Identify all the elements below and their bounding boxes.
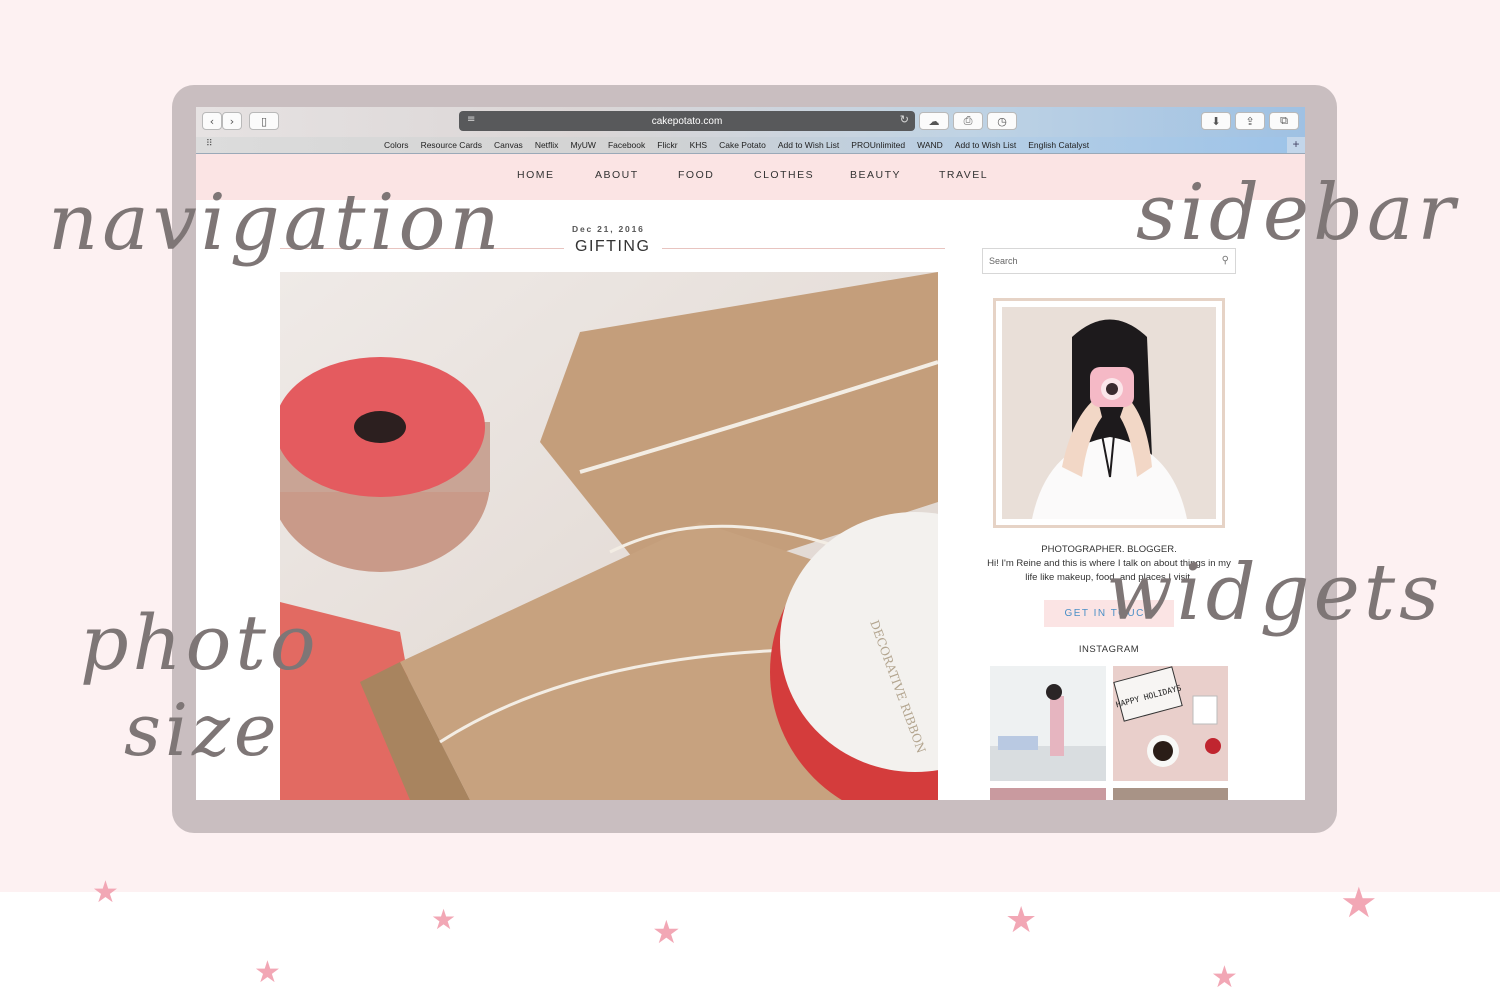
search-placeholder: Search [989,256,1018,266]
printer-icon: ⎙ [963,114,973,127]
bookmark-item[interactable]: Add to Wish List [955,140,1016,150]
bookmark-item[interactable]: PROUnlimited [851,140,905,150]
icloud-button[interactable]: ☁ [919,112,949,130]
bookmark-item[interactable]: Netflix [535,140,559,150]
instagram-thumb[interactable]: HAPPY HOLIDAYS [1113,666,1228,781]
forward-button[interactable]: › [222,112,242,130]
reader-icon[interactable]: ≡ [467,114,475,125]
instagram-thumb[interactable] [990,666,1106,781]
nav-item-clothes[interactable]: CLOTHES [754,169,814,181]
nav-item-travel[interactable]: TRAVEL [939,169,988,181]
tabs-icon: ⧉ [1280,114,1288,127]
share-button[interactable]: ⇪ [1235,112,1265,130]
title-divider-right [662,248,945,249]
bookmark-item[interactable]: Add to Wish List [778,140,839,150]
tabs-button[interactable]: ⧉ [1269,112,1299,130]
clock-icon: ◷ [997,114,1007,128]
reload-icon[interactable]: ↻ [900,113,909,126]
history-button[interactable]: ◷ [987,112,1017,130]
bookmark-item[interactable]: WAND [917,140,943,150]
annotation-widgets: widgets [1106,548,1444,638]
back-button[interactable]: ‹ [202,112,222,130]
star-icon: ★ [431,903,457,936]
star-icon: ★ [652,913,681,951]
post-title[interactable]: GIFTING [575,238,650,256]
instagram-thumb[interactable] [990,788,1106,800]
share-icon: ⇪ [1245,114,1255,128]
star-icon: ★ [1211,960,1238,995]
grid-icon[interactable]: ⠿ [206,139,213,149]
profile-illustration [1002,307,1216,519]
add-bookmark-button[interactable]: + [1287,137,1305,153]
bookmark-item[interactable]: Resource Cards [421,140,482,150]
nav-item-home[interactable]: HOME [517,169,555,181]
address-bar[interactable]: ≡ cakepotato.com ↻ [459,111,915,131]
bottom-band [0,892,1500,1000]
sidebar-icon: ▯ [260,114,268,128]
bookmark-item[interactable]: Canvas [494,140,523,150]
gift-photo: DECORATIVE RIBBON [280,272,938,800]
bookmark-item[interactable]: Facebook [608,140,645,150]
cloud-icon: ☁ [928,114,940,128]
annotation-sidebar: sidebar [1136,168,1459,258]
annotation-navigation: navigation [48,178,504,268]
star-icon: ★ [254,955,281,990]
url-text: cakepotato.com [651,115,723,127]
bookmark-item[interactable]: English Catalyst [1028,140,1089,150]
bookmark-list: Colors Resource Cards Canvas Netflix MyUW Fac… [384,140,1089,150]
chevron-right-icon: › [229,114,235,128]
star-icon: ★ [1005,900,1038,941]
nav-item-beauty[interactable]: BEAUTY [850,169,901,181]
bookmarks-bar: ⠿ Colors Resource Cards Canvas Netflix MyUW F… [196,137,1305,154]
instagram-thumb[interactable] [1113,788,1228,800]
thumb-holidays: HAPPY HOLIDAYS [1113,666,1228,781]
print-button[interactable]: ⎙ [953,112,983,130]
bookmark-item[interactable]: MyUW [570,140,596,150]
star-icon: ★ [1340,878,1378,927]
bookmark-item[interactable]: Flickr [657,140,677,150]
bookmark-item[interactable]: Cake Potato [719,140,766,150]
annotation-photo: photo [80,598,320,687]
bookmark-item[interactable]: Colors [384,140,409,150]
sidebar-toggle-button[interactable]: ▯ [249,112,279,130]
star-icon: ★ [92,875,119,910]
thumb-kitchen [990,666,1106,781]
post-date: Dec 21, 2016 [572,224,645,234]
profile-photo [993,298,1225,528]
instagram-heading: INSTAGRAM [1078,644,1140,655]
annotation-size: size [124,688,281,772]
chevron-left-icon: ‹ [209,114,215,128]
bookmark-item[interactable]: KHS [690,140,707,150]
nav-item-food[interactable]: FOOD [678,169,714,181]
browser-toolbar: ‹ › ▯ ≡ cakepotato.com ↻ ☁ ⎙ ◷ ⬇ ⇪ ⧉ [196,107,1305,138]
post-photo[interactable]: DECORATIVE RIBBON [280,272,938,800]
nav-item-about[interactable]: ABOUT [595,169,639,181]
download-icon: ⬇ [1211,114,1221,128]
downloads-button[interactable]: ⬇ [1201,112,1231,130]
